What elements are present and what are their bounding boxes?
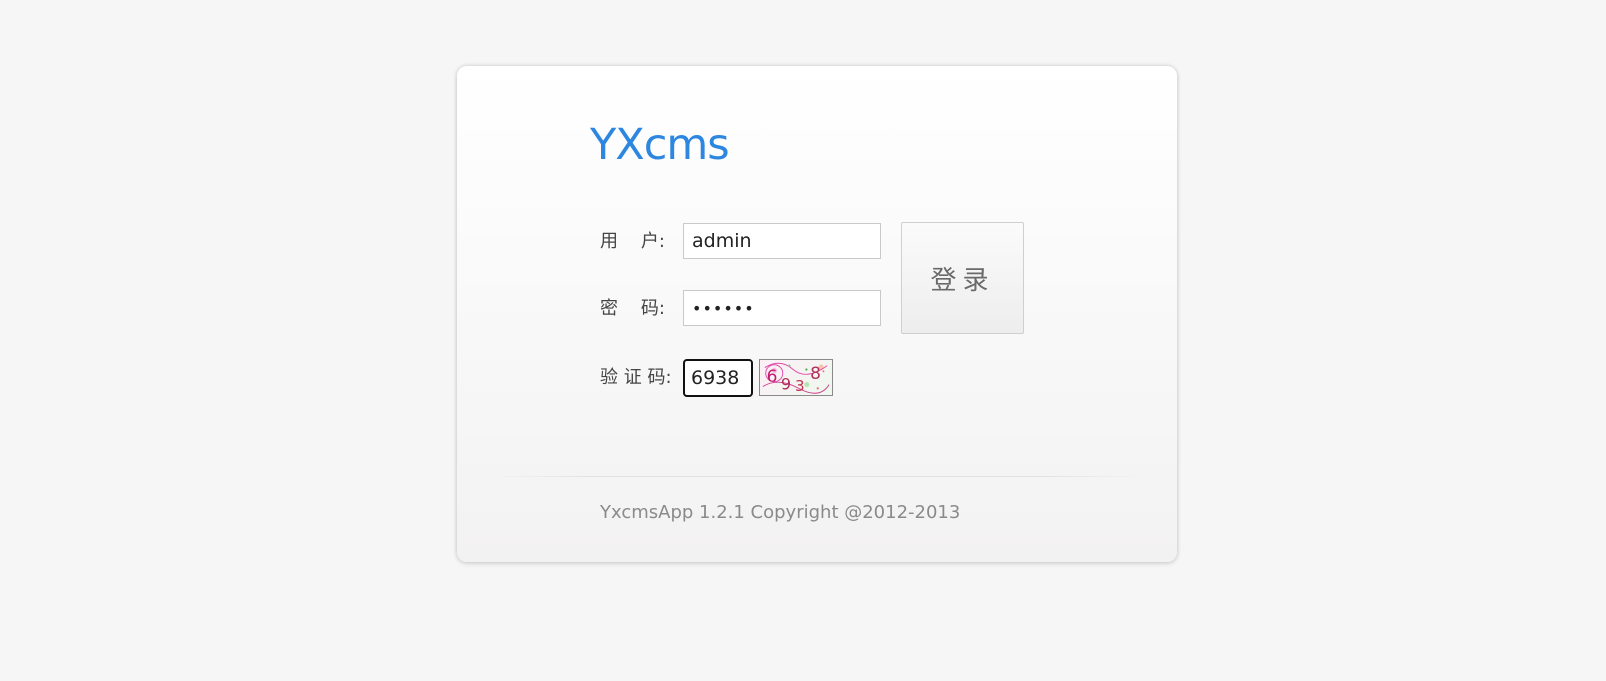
password-input[interactable] [683, 290, 881, 326]
svg-text:8: 8 [810, 364, 821, 384]
password-label: 密 码: [600, 298, 665, 319]
divider [489, 476, 1145, 477]
svg-text:6: 6 [767, 367, 778, 387]
svg-text:9: 9 [781, 374, 791, 393]
copyright-text: YxcmsApp 1.2.1 Copyright @2012-2013 [600, 502, 961, 523]
svg-text:3: 3 [795, 377, 805, 395]
login-button[interactable]: 登录 [901, 222, 1024, 334]
username-label: 用 户: [600, 231, 665, 252]
login-card: YXcms 用 户: 密 码: 验 证 码: 6 9 3 8 登录 YxcmsA… [457, 66, 1177, 562]
username-input[interactable] [683, 223, 881, 259]
captcha-label: 验 证 码: [600, 367, 672, 388]
captcha-input[interactable] [683, 359, 753, 397]
captcha-image[interactable]: 6 9 3 8 [759, 359, 833, 396]
logo: YXcms [590, 120, 730, 170]
captcha-image-graphic: 6 9 3 8 [762, 362, 830, 395]
